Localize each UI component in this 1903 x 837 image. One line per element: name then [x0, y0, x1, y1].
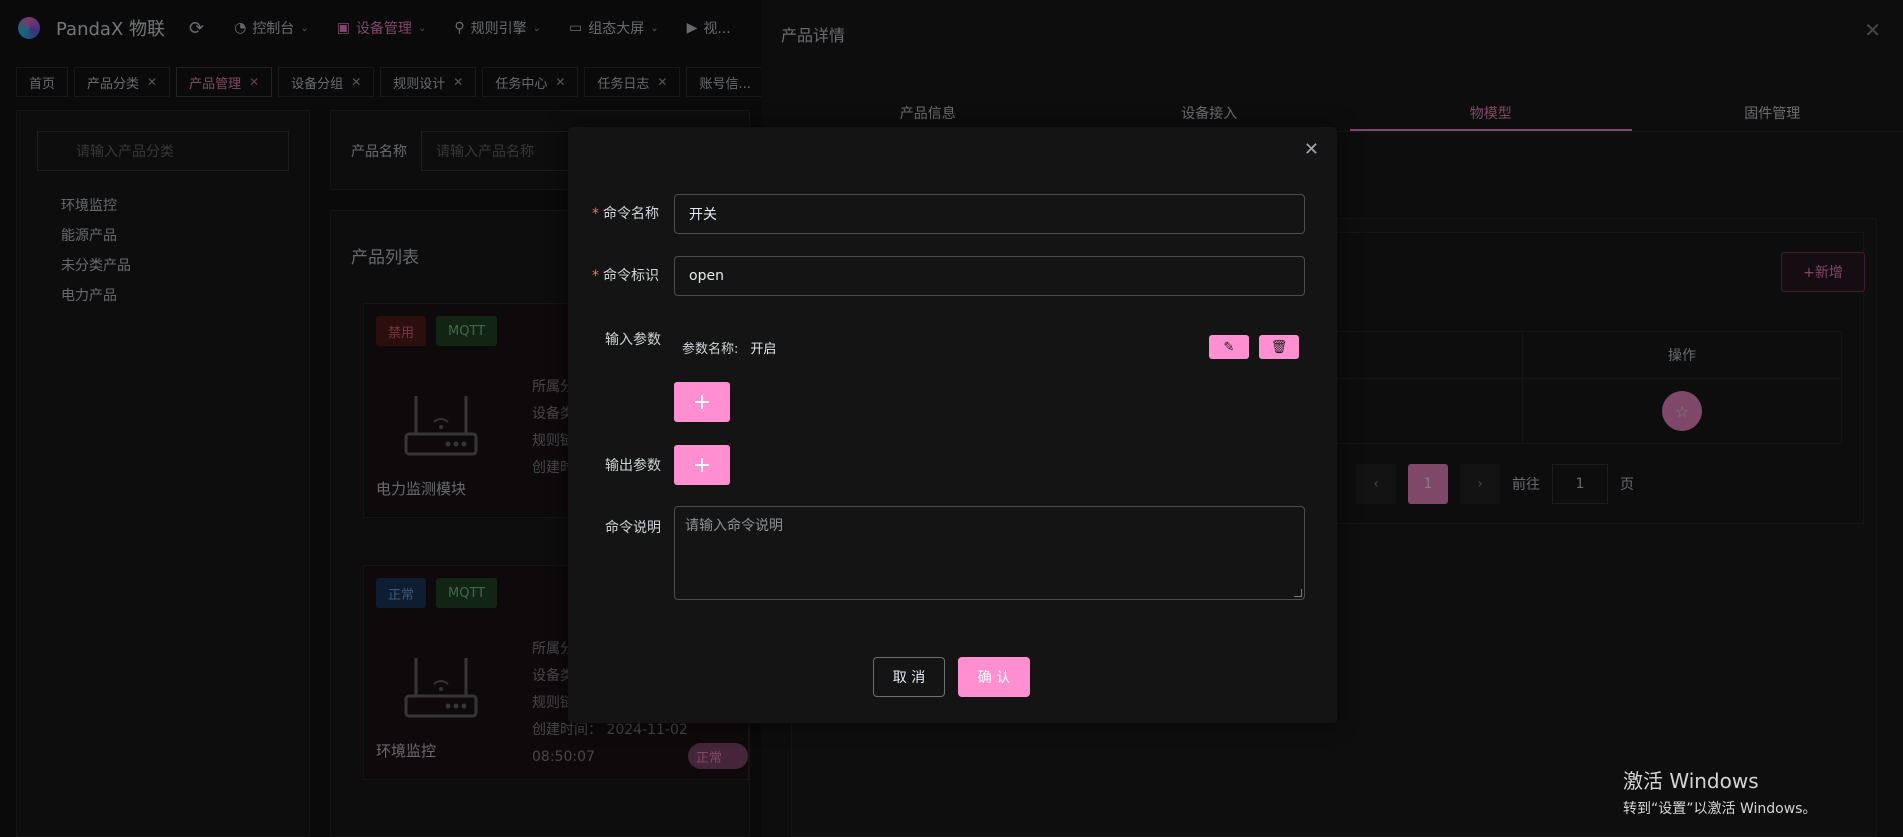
windows-watermark: 激活 Windows 转到“设置”以激活 Windows。 [1623, 765, 1816, 818]
add-output-param-button[interactable]: + [674, 445, 730, 485]
command-dialog: ✕ *命令名称 *命令标识 输入参数 参数名称: 开启 ✎ 🗑 + 输出参数 +… [568, 127, 1337, 723]
param-name-label: 参数名称: [682, 341, 739, 357]
cmd-id-label: * 命令标识 [592, 268, 659, 284]
cancel-button[interactable]: 取 消 [873, 657, 945, 697]
param-actions: ✎ 🗑 [1209, 335, 1299, 359]
close-icon[interactable]: ✕ [1304, 139, 1319, 160]
watermark-subtitle: 转到“设置”以激活 Windows。 [1623, 801, 1817, 817]
textarea-placeholder: 请输入命令说明 [685, 518, 783, 534]
cmd-name-label: * 命令名称 [592, 206, 659, 222]
trash-icon[interactable]: 🗑 [1259, 335, 1299, 359]
resize-handle[interactable] [1294, 589, 1302, 597]
edit-icon[interactable]: ✎ [1209, 335, 1249, 359]
watermark-title: 激活 Windows [1623, 769, 1759, 793]
cmd-id-input[interactable] [674, 256, 1305, 296]
cmd-desc-textarea[interactable]: 请输入命令说明 [674, 506, 1305, 600]
input-param-row: 参数名称: 开启 ✎ 🗑 [674, 331, 1305, 363]
confirm-button[interactable]: 确 认 [958, 657, 1030, 697]
cmd-name-input[interactable] [674, 194, 1305, 234]
param-name-value: 开启 [750, 341, 777, 357]
add-input-param-button[interactable]: + [674, 382, 730, 422]
